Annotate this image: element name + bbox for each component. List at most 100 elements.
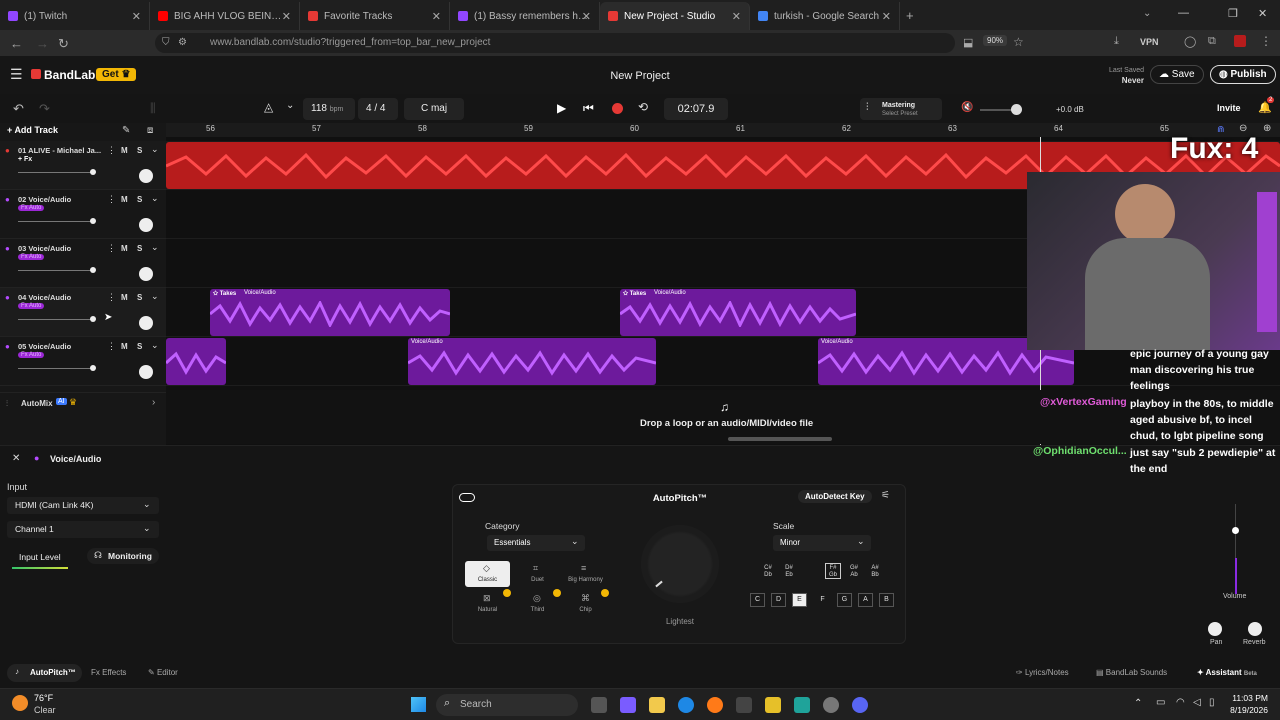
mic-icon[interactable]: ●: [5, 342, 10, 351]
key-natural[interactable]: C: [750, 593, 765, 607]
key-natural[interactable]: F: [815, 593, 830, 607]
key-natural[interactable]: D: [771, 593, 786, 607]
pan-knob[interactable]: [139, 365, 153, 379]
mic-icon[interactable]: ●: [5, 293, 10, 302]
tab-search-icon[interactable]: ⌄: [1143, 8, 1151, 19]
browser-tab[interactable]: Favorite Tracks ✕: [300, 2, 450, 30]
monitoring-button[interactable]: ☊ Monitoring: [87, 548, 159, 564]
mastering-button[interactable]: ⫶ Mastering Select Preset: [860, 98, 942, 120]
preset-third[interactable]: ◎ Third: [515, 589, 561, 617]
track-row[interactable]: ● 01 ALIVE - Michael Ja... + Fx ⋮ M S ⌄: [0, 141, 166, 190]
edge-icon[interactable]: [678, 697, 694, 713]
key-field[interactable]: C maj: [404, 98, 464, 120]
browser-tab-active[interactable]: New Project - Studio ✕: [600, 2, 750, 30]
skip-back-icon[interactable]: ⏮: [583, 101, 594, 116]
browser-tab[interactable]: (1) Twitch ✕: [0, 2, 150, 30]
key-natural[interactable]: G: [837, 593, 852, 607]
chevron-down-icon[interactable]: ⌄: [151, 291, 159, 302]
reload-icon[interactable]: ↻: [58, 36, 69, 52]
key-natural[interactable]: A: [858, 593, 873, 607]
fx-badge[interactable]: Fx Auto: [18, 352, 45, 358]
track-row[interactable]: ● 04 Voice/Audio Fx Auto ⋮ M S ⌄ ➤: [0, 288, 166, 337]
battery-icon[interactable]: ▯: [1209, 697, 1215, 708]
key-sharp[interactable]: A# Bb: [867, 565, 883, 579]
pan-knob[interactable]: [1208, 622, 1222, 636]
snap-icon[interactable]: ⧈: [147, 125, 153, 136]
chevron-down-icon[interactable]: ⌄: [151, 144, 159, 155]
play-icon[interactable]: ▶: [557, 101, 566, 115]
automix-row[interactable]: ⫶ AutoMix AI ♛ ›: [0, 392, 166, 414]
store-icon[interactable]: [736, 697, 752, 713]
track-name[interactable]: 05 Voice/Audio: [18, 342, 103, 351]
volume-fader-thumb[interactable]: [1232, 527, 1239, 534]
extension-icon[interactable]: [1234, 35, 1246, 47]
new-tab-icon[interactable]: +: [906, 8, 914, 23]
sticky-notes-icon[interactable]: [765, 697, 781, 713]
volume-thumb[interactable]: [90, 267, 96, 273]
tab-effects[interactable]: Fx Effects: [91, 668, 126, 677]
pan-knob[interactable]: [139, 218, 153, 232]
undo-icon[interactable]: ↶: [13, 101, 24, 117]
network-icon[interactable]: ▭: [1156, 697, 1165, 708]
close-tab-icon[interactable]: ✕: [432, 10, 441, 23]
clock-time[interactable]: 11:03 PM: [1226, 693, 1268, 703]
more-icon[interactable]: ⋮: [107, 194, 116, 205]
chevron-down-icon[interactable]: ⌄: [151, 340, 159, 351]
tab-editor[interactable]: ✎ Editor: [148, 668, 178, 677]
volume-thumb[interactable]: [90, 316, 96, 322]
discord-icon[interactable]: [852, 697, 868, 713]
more-icon[interactable]: ⋮: [107, 292, 116, 303]
volume-slider[interactable]: [18, 368, 94, 369]
bpm-field[interactable]: 118 bpm: [303, 98, 355, 120]
pan-knob[interactable]: [139, 169, 153, 183]
audio-clip[interactable]: Voice/Audio: [408, 338, 656, 385]
mute-button[interactable]: M: [121, 195, 128, 204]
back-icon[interactable]: ←: [10, 36, 23, 51]
download-icon[interactable]: ⤓: [1114, 35, 1119, 48]
solo-button[interactable]: S: [137, 293, 142, 302]
solo-button[interactable]: S: [137, 195, 142, 204]
volume-thumb[interactable]: [90, 169, 96, 175]
autodetect-key-button[interactable]: AutoDetect Key: [798, 490, 872, 503]
mute-button[interactable]: M: [121, 244, 128, 253]
zoom-level[interactable]: 90%: [983, 35, 1008, 46]
save-button[interactable]: ☁ Save: [1150, 65, 1204, 84]
weather-icon[interactable]: [12, 695, 28, 711]
volume-thumb[interactable]: [90, 365, 96, 371]
preset-natural[interactable]: ⊠ Natural: [465, 589, 511, 617]
track-name[interactable]: 01 ALIVE - Michael Ja...: [18, 146, 103, 155]
track-name[interactable]: 02 Voice/Audio: [18, 195, 103, 204]
preset-classic[interactable]: ◇ Classic: [465, 561, 510, 587]
tab-lyrics[interactable]: ✑ Lyrics/Notes: [1016, 668, 1069, 677]
key-sharp[interactable]: G# Ab: [846, 565, 862, 579]
publish-button[interactable]: ◍ Publish: [1210, 65, 1276, 84]
extensions-icon[interactable]: ⧉: [1208, 35, 1216, 48]
settings-sliders-icon[interactable]: ⚟: [881, 490, 890, 501]
mute-button[interactable]: M: [121, 146, 128, 155]
chevron-down-icon[interactable]: ⌄: [151, 242, 159, 253]
key-sharp[interactable]: F# Gb: [825, 563, 841, 579]
close-tab-icon[interactable]: ✕: [132, 10, 141, 23]
track-name[interactable]: 03 Voice/Audio: [18, 244, 103, 253]
close-tab-icon[interactable]: ✕: [732, 10, 741, 23]
fx-badge[interactable]: Fx Auto: [18, 205, 45, 211]
url-field[interactable]: www.bandlab.com/studio?triggered_from=to…: [155, 33, 955, 53]
chevron-up-icon[interactable]: ⌃: [1134, 698, 1142, 709]
volume-slider[interactable]: [18, 221, 94, 222]
tab-assistant[interactable]: ✦ Assistant Beta: [1197, 668, 1257, 677]
close-window-icon[interactable]: ✕: [1258, 7, 1267, 20]
mixer-icon[interactable]: ⫼: [150, 101, 156, 116]
fx-badge[interactable]: Fx Auto: [18, 254, 45, 260]
site-settings-icon[interactable]: ⚙: [178, 37, 187, 48]
ruler[interactable]: 56 57 58 59 60 61 62 63 64 65 ⋒ ⊖ ⊕: [166, 123, 1280, 137]
record-icon[interactable]: [612, 103, 623, 114]
time-signature[interactable]: 4 / 4: [358, 98, 398, 120]
windows-start-icon[interactable]: [411, 697, 426, 712]
chevron-down-icon[interactable]: ⌄: [286, 100, 294, 111]
pan-knob[interactable]: [139, 267, 153, 281]
close-tab-icon[interactable]: ✕: [282, 10, 291, 23]
close-tab-icon[interactable]: ✕: [582, 10, 591, 23]
pan-knob[interactable]: [139, 316, 153, 330]
close-panel-icon[interactable]: ✕: [12, 453, 20, 464]
zoom-in-icon[interactable]: ⊕: [1263, 123, 1271, 134]
